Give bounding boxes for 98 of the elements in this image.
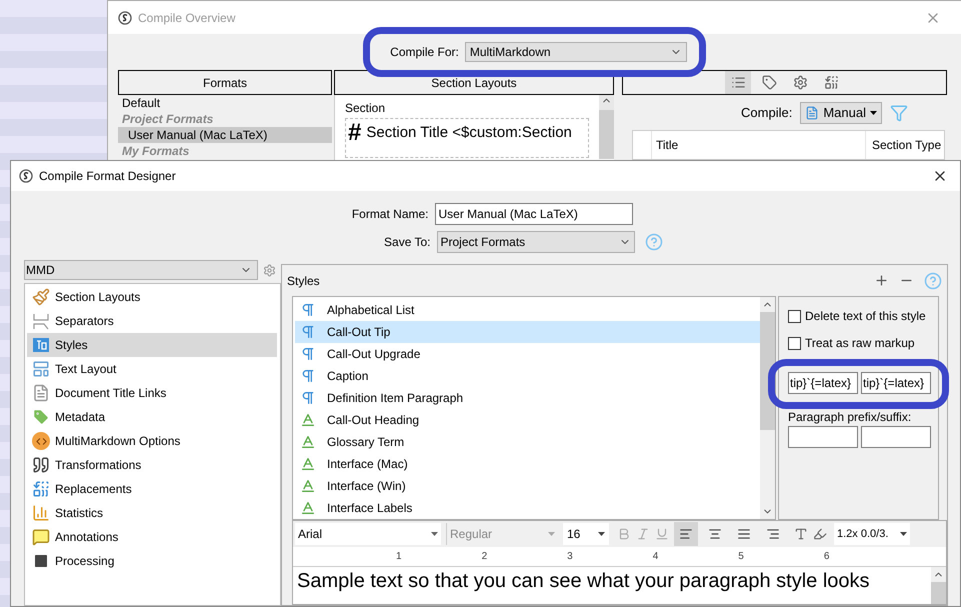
format-type-dropdown[interactable]: MMD [24, 260, 258, 280]
app-logo-icon [118, 10, 132, 24]
character-style-icon [300, 500, 316, 516]
window-title: Compile Format Designer [39, 168, 177, 185]
add-icon[interactable] [874, 273, 889, 288]
style-item[interactable]: Call-Out Upgrade [295, 343, 760, 365]
sidebar-item[interactable]: Transformations [27, 453, 277, 477]
option-checkbox[interactable]: Delete text of this style [788, 308, 928, 324]
prefix-field[interactable]: tip}`{=latex} [788, 372, 858, 394]
caret-icon [548, 532, 555, 536]
align-left-icon[interactable] [674, 522, 698, 546]
document-icon [805, 106, 820, 120]
style-item[interactable]: Call-Out Heading [295, 409, 760, 431]
sidebar-item[interactable]: Text Layout [27, 357, 277, 381]
font-dropdown[interactable]: Arial [295, 523, 441, 545]
sidebar-item[interactable]: Replacements [27, 477, 277, 501]
option-checkbox[interactable]: Treat as raw markup [788, 335, 928, 351]
style-item[interactable]: Interface (Mac) [295, 453, 760, 475]
ruler-number: 4 [652, 550, 660, 564]
pilcrow-icon [300, 302, 316, 318]
character-style-icon [300, 434, 316, 450]
compile-dropdown[interactable]: Manual [800, 102, 882, 124]
document-icon [32, 384, 50, 402]
window-title: Compile Overview [138, 10, 236, 26]
replace-icon [32, 480, 50, 498]
caret-icon [431, 532, 438, 536]
sidebar-item[interactable]: MultiMarkdown Options [27, 429, 277, 453]
separator-icon [32, 312, 50, 330]
caret-icon [598, 532, 605, 536]
save-to-dropdown[interactable]: Project Formats [436, 231, 634, 253]
sidebar-item[interactable]: Separators [27, 309, 277, 333]
sidebar-item[interactable]: Processing [27, 549, 277, 573]
paragraph-prefix-field[interactable] [788, 426, 858, 448]
style-item[interactable]: Caption [295, 365, 760, 387]
style-item[interactable]: Interface Labels [295, 497, 760, 519]
style-item[interactable]: Alphabetical List [295, 299, 760, 321]
compile-label: Compile: [741, 104, 792, 122]
list-icon[interactable] [725, 71, 751, 94]
table-header: Title [652, 131, 866, 159]
sidebar-item[interactable]: Metadata [27, 405, 277, 429]
tag-icon [32, 408, 50, 426]
sample-text: Sample text so that you can see what your paragraph style looks [297, 570, 870, 592]
group-heading: My Formats [121, 143, 190, 159]
ruler-number: 3 [566, 550, 574, 564]
scrollbar[interactable] [760, 297, 775, 519]
pilcrow-icon [300, 346, 316, 362]
style-item[interactable]: Interface (Win) [295, 475, 760, 497]
section-title: Section Title <$custom:Section [366, 123, 572, 143]
section-label: Section [345, 100, 386, 117]
heading-marker: # [348, 119, 362, 147]
style-item[interactable]: Definition Item Paragraph [295, 387, 760, 409]
format-name-field[interactable]: User Manual (Mac LaTeX) [434, 203, 632, 225]
bar-chart-icon [32, 504, 50, 522]
sidebar-item[interactable]: Annotations [27, 525, 277, 549]
character-style-icon [300, 478, 316, 494]
save-to-label: Save To: [383, 234, 430, 251]
sidebar-item[interactable]: Section Layouts [27, 285, 277, 309]
paragraph-suffix-field[interactable] [861, 426, 931, 448]
ruler-number: 1 [395, 550, 403, 564]
panel-title: Styles [287, 272, 321, 290]
sidebar-item[interactable]: Statistics [27, 501, 277, 525]
scrollbar[interactable] [931, 567, 946, 604]
style-item[interactable]: Glossary Term [295, 431, 760, 453]
character-style-icon [300, 412, 316, 428]
paintbrush-icon [32, 288, 50, 306]
prefix-field[interactable]: tip}`{=latex} [861, 372, 931, 394]
style-item[interactable]: Call-Out Tip [295, 321, 760, 343]
paragraph-prefix-label: Paragraph prefix/suffix: [788, 409, 912, 426]
caret-icon [900, 532, 907, 536]
character-style-icon [300, 456, 316, 472]
text-color-icon[interactable] [794, 527, 808, 541]
sidebar-item[interactable]: Document Title Links [27, 381, 277, 405]
compile-for-label: Compile For: [390, 44, 459, 61]
scrollbar[interactable] [599, 95, 614, 159]
ruler-number: 5 [737, 550, 745, 564]
format-item[interactable]: User Manual (Mac LaTeX) [118, 127, 332, 143]
table-header: Section Type [871, 137, 942, 154]
quote-icon [32, 456, 50, 474]
font-size-dropdown[interactable]: 16 [563, 523, 609, 545]
layout-icon [32, 360, 50, 378]
caret-icon [870, 110, 877, 115]
pilcrow-icon [300, 324, 316, 340]
line-spacing-dropdown[interactable]: 1.2x 0.0/3. [834, 523, 910, 545]
compile-for-dropdown[interactable]: MultiMarkdown [464, 42, 687, 62]
group-heading: Project Formats [121, 111, 214, 127]
pilcrow-icon [300, 390, 316, 406]
styles-icon [32, 336, 50, 354]
app-logo-icon [19, 169, 33, 183]
highlighter-icon[interactable] [813, 527, 827, 541]
pilcrow-icon [300, 368, 316, 384]
format-name-label: Format Name: [350, 206, 428, 223]
sidebar-item[interactable]: Styles [27, 333, 277, 357]
ruler-number: 2 [480, 550, 488, 564]
column-header: Formats [118, 70, 332, 95]
format-item[interactable]: Default [118, 95, 332, 111]
code-icon [32, 432, 50, 450]
comment-icon [32, 528, 50, 546]
ruler-number: 6 [822, 550, 830, 564]
